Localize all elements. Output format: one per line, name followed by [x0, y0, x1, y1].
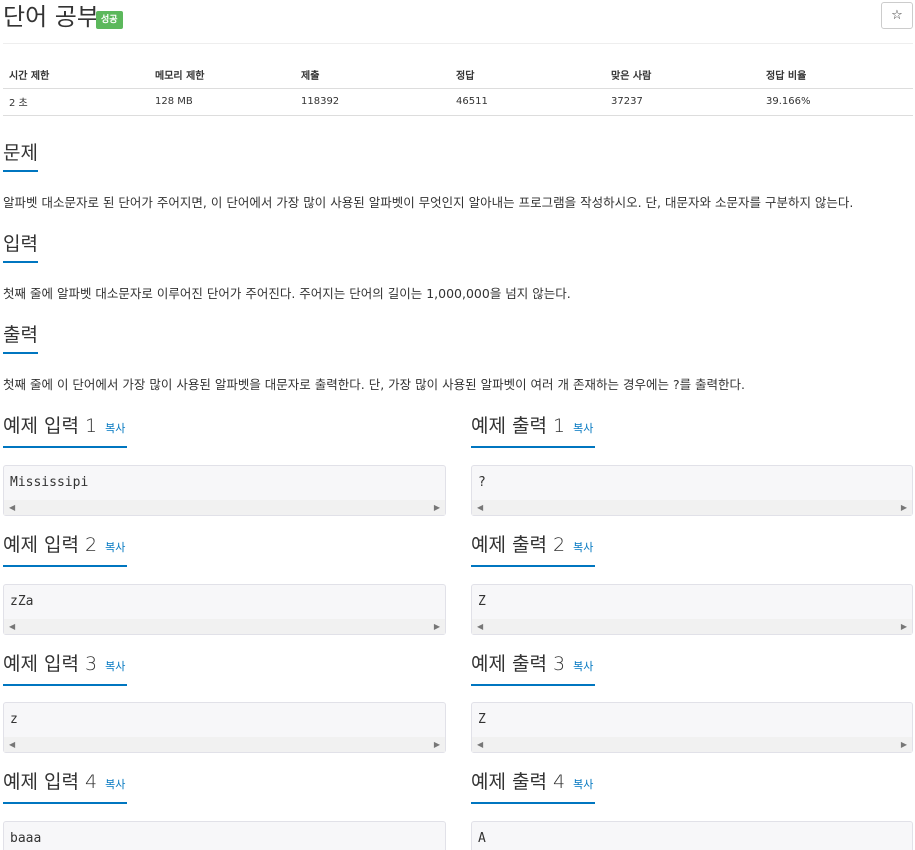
value-accepted: 46511	[450, 88, 605, 116]
sample-input-3-text: z	[10, 712, 18, 727]
sample-input-4-text: baaa	[10, 831, 42, 846]
horizontal-scrollbar[interactable]: ◀ ▶	[472, 619, 912, 634]
problem-heading: 문제	[3, 141, 913, 173]
value-memory-limit: 128 MB	[149, 88, 295, 116]
problem-info-table: 시간 제한 메모리 제한 제출 정답 맞은 사람 정답 비율 2 초 128 M…	[3, 62, 913, 116]
value-time-limit: 2 초	[3, 88, 149, 116]
title-row: 단어 공부 성공 ☆	[3, 0, 913, 44]
value-submissions: 118392	[295, 88, 450, 116]
sample-input-3-heading: 예제 입력 3 복사	[3, 652, 446, 686]
scroll-left-icon[interactable]: ◀	[477, 503, 483, 512]
sample-output-3-heading: 예제 출력 3 복사	[471, 652, 913, 686]
sample-input-3-box[interactable]: z ◀ ▶	[3, 702, 446, 753]
horizontal-scrollbar[interactable]: ◀ ▶	[4, 737, 445, 752]
scroll-left-icon[interactable]: ◀	[9, 503, 15, 512]
header-accept-ratio: 정답 비율	[760, 62, 913, 89]
sample-output-2-text: Z	[478, 594, 486, 609]
scroll-right-icon[interactable]: ▶	[901, 622, 907, 631]
scroll-left-icon[interactable]: ◀	[9, 622, 15, 631]
header-submissions: 제출	[295, 62, 450, 89]
sample-output-2-heading: 예제 출력 2 복사	[471, 533, 913, 567]
scroll-right-icon[interactable]: ▶	[901, 503, 907, 512]
output-description: 첫째 줄에 이 단어에서 가장 많이 사용된 알파벳을 대문자로 출력한다. 단…	[3, 377, 746, 392]
copy-sample-output-2-link[interactable]: 복사	[573, 541, 593, 554]
sample-input-1-box[interactable]: Mississipi ◀ ▶	[3, 465, 446, 516]
scroll-right-icon[interactable]: ▶	[434, 740, 440, 749]
value-accept-ratio: 39.166%	[760, 88, 913, 116]
page-title: 단어 공부	[3, 3, 99, 31]
horizontal-scrollbar[interactable]: ◀ ▶	[4, 619, 445, 634]
sample-input-2-text: zZa	[10, 594, 34, 609]
scroll-left-icon[interactable]: ◀	[477, 740, 483, 749]
copy-sample-input-4-link[interactable]: 복사	[105, 778, 125, 791]
input-heading: 입력	[3, 232, 913, 264]
sample-output-4-box[interactable]: A	[471, 821, 913, 850]
favorite-button[interactable]: ☆	[881, 2, 913, 29]
header-accepted: 정답	[450, 62, 605, 89]
sample-input-1-text: Mississipi	[10, 475, 89, 490]
copy-sample-input-1-link[interactable]: 복사	[105, 422, 125, 435]
input-description: 첫째 줄에 알파벳 대소문자로 이루어진 단어가 주어진다. 주어지는 단어의 …	[3, 286, 571, 301]
sample-output-2-box[interactable]: Z ◀ ▶	[471, 584, 913, 635]
sample-output-1-text: ?	[478, 475, 486, 490]
scroll-left-icon[interactable]: ◀	[477, 622, 483, 631]
horizontal-scrollbar[interactable]: ◀ ▶	[472, 500, 912, 515]
copy-sample-output-4-link[interactable]: 복사	[573, 778, 593, 791]
header-solved-users: 맞은 사람	[605, 62, 760, 89]
sample-output-4-text: A	[478, 831, 486, 846]
sample-output-3-text: Z	[478, 712, 486, 727]
table-row: 2 초 128 MB 118392 46511 37237 39.166%	[3, 88, 913, 116]
star-icon: ☆	[891, 8, 903, 23]
copy-sample-input-3-link[interactable]: 복사	[105, 660, 125, 673]
sample-input-4-box[interactable]: baaa	[3, 821, 446, 850]
value-solved-users: 37237	[605, 88, 760, 116]
scroll-right-icon[interactable]: ▶	[434, 503, 440, 512]
sample-output-4-heading: 예제 출력 4 복사	[471, 770, 913, 804]
horizontal-scrollbar[interactable]: ◀ ▶	[4, 500, 445, 515]
scroll-right-icon[interactable]: ▶	[434, 622, 440, 631]
sample-input-4-heading: 예제 입력 4 복사	[3, 770, 446, 804]
sample-input-2-heading: 예제 입력 2 복사	[3, 533, 446, 567]
sample-output-1-box[interactable]: ? ◀ ▶	[471, 465, 913, 516]
header-time-limit: 시간 제한	[3, 62, 149, 89]
copy-sample-output-1-link[interactable]: 복사	[573, 422, 593, 435]
status-badge: 성공	[96, 11, 123, 29]
sample-output-1-heading: 예제 출력 1 복사	[471, 414, 913, 448]
copy-sample-input-2-link[interactable]: 복사	[105, 541, 125, 554]
problem-description: 알파벳 대소문자로 된 단어가 주어지면, 이 단어에서 가장 많이 사용된 알…	[3, 195, 854, 210]
sample-input-2-box[interactable]: zZa ◀ ▶	[3, 584, 446, 635]
sample-output-3-box[interactable]: Z ◀ ▶	[471, 702, 913, 753]
sample-input-1-heading: 예제 입력 1 복사	[3, 414, 446, 448]
scroll-right-icon[interactable]: ▶	[901, 740, 907, 749]
table-header-row: 시간 제한 메모리 제한 제출 정답 맞은 사람 정답 비율	[3, 62, 913, 89]
scroll-left-icon[interactable]: ◀	[9, 740, 15, 749]
horizontal-scrollbar[interactable]: ◀ ▶	[472, 737, 912, 752]
copy-sample-output-3-link[interactable]: 복사	[573, 660, 593, 673]
header-memory-limit: 메모리 제한	[149, 62, 295, 89]
output-heading: 출력	[3, 323, 913, 355]
